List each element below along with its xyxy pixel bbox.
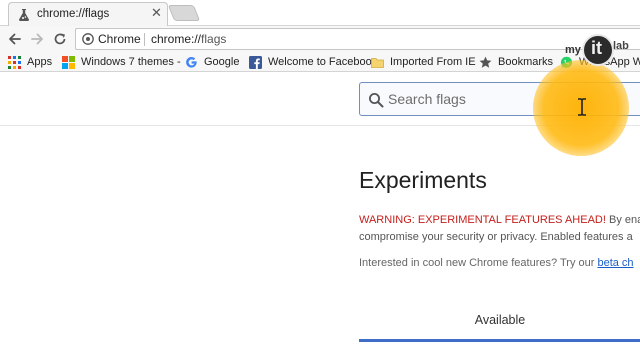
url-path: flags xyxy=(201,32,227,46)
promo-lead: Interested in cool new Chrome features? … xyxy=(359,257,598,269)
tab-available-label: Available xyxy=(474,313,526,327)
flask-icon xyxy=(17,8,31,22)
tab-available[interactable]: Available xyxy=(359,300,640,342)
bookmark-apps[interactable]: Apps xyxy=(8,54,52,70)
search-icon xyxy=(368,92,384,108)
bookmark-label: Bookmarks xyxy=(498,56,554,68)
bookmark-facebook[interactable]: Welcome to Faceboo xyxy=(249,54,372,70)
warning-continuation: By enab xyxy=(608,214,640,226)
bookmark-label: Apps xyxy=(27,56,53,68)
tab-title: chrome://flags xyxy=(37,8,110,20)
google-g-icon xyxy=(185,56,198,69)
bookmark-folder-imported[interactable]: Imported From IE xyxy=(371,54,476,70)
bookmark-windows-themes[interactable]: Windows 7 themes - xyxy=(62,54,181,70)
url-host: chrome:// xyxy=(151,32,202,46)
beta-promo-text: Interested in cool new Chrome features? … xyxy=(359,257,634,269)
close-icon[interactable]: ✕ xyxy=(151,6,162,20)
address-bar[interactable]: Chrome chrome://flags xyxy=(75,28,640,50)
browser-toolbar: Chrome chrome://flags xyxy=(0,26,640,52)
tab-active-indicator xyxy=(359,339,640,342)
secure-icon[interactable] xyxy=(82,33,94,45)
address-url[interactable]: chrome://flags xyxy=(151,32,226,46)
bookmark-google[interactable]: Google xyxy=(185,54,239,70)
browser-tab-flags[interactable]: chrome://flags ✕ xyxy=(8,2,168,26)
bookmark-label: Windows 7 themes - xyxy=(81,56,181,68)
warning-text: WARNING: EXPERIMENTAL FEATURES AHEAD! By… xyxy=(359,214,640,226)
warning-text-line2: compromise your security or privacy. Ena… xyxy=(359,231,633,243)
tab-strip: chrome://flags ✕ xyxy=(0,0,640,26)
star-icon xyxy=(479,56,492,69)
watermark-it: it xyxy=(591,38,602,58)
forward-arrow-icon[interactable] xyxy=(27,29,47,49)
windows-logo-icon xyxy=(62,55,75,69)
scheme-chip: Chrome xyxy=(98,32,141,46)
facebook-icon xyxy=(249,55,262,69)
address-divider xyxy=(144,33,145,46)
watermark-logo: my it lab xyxy=(560,30,640,74)
text-cursor-icon xyxy=(577,98,587,116)
apps-grid-icon xyxy=(8,55,21,69)
reload-icon[interactable] xyxy=(50,29,70,49)
new-tab-button[interactable] xyxy=(167,5,201,21)
watermark-my: my xyxy=(565,44,581,56)
bookmark-label: Imported From IE xyxy=(390,56,476,68)
bookmark-folder-bookmarks[interactable]: Bookmarks xyxy=(479,54,553,70)
bookmarks-bar: Apps Windows 7 themes - Google Welcome t… xyxy=(0,52,640,72)
back-arrow-icon[interactable] xyxy=(5,29,25,49)
bookmark-label: Welcome to Faceboo xyxy=(268,56,372,68)
beta-channel-link[interactable]: beta ch xyxy=(597,257,633,269)
watermark-lab: lab xyxy=(613,40,629,52)
bookmark-label: Google xyxy=(204,56,240,68)
folder-icon xyxy=(371,56,384,69)
page-title: Experiments xyxy=(359,167,487,193)
warning-heading: WARNING: EXPERIMENTAL FEATURES AHEAD! xyxy=(359,214,606,226)
